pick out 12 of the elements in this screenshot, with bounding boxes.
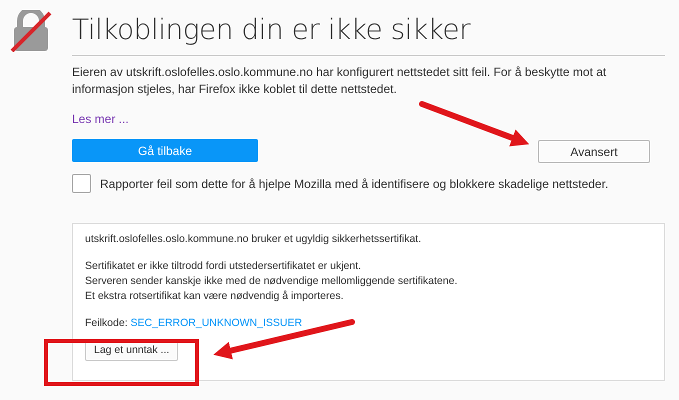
error-code-label: Feilkode:	[85, 317, 128, 329]
advanced-button[interactable]: Avansert	[538, 140, 650, 163]
details-text: utskrift.oslofelles.oslo.kommune.no bruker et ugyldig sikkerhetssertifikat.	[85, 232, 422, 247]
page-title: Tilkoblingen din er ikke sikker	[72, 8, 665, 56]
details-text: Sertifikatet er ikke tiltrodd fordi utstedersertifikatet er ukjent.	[85, 259, 362, 274]
details-text: Serveren sender kanskje ikke med de nødvendige mellomliggende sertifikatene.	[85, 274, 458, 289]
learn-more-link[interactable]: Les mer ...	[72, 112, 129, 126]
details-text: Et ekstra rotsertifikat kan være nødvendig å importeres.	[85, 289, 345, 304]
report-label: Rapporter feil som dette for å hjelpe Mozilla med å identifisere og blokkere skadelige nettsteder.	[100, 176, 608, 190]
broken-lock-icon	[8, 10, 54, 52]
error-description: Eieren av utskrift.oslofelles.oslo.kommune.no har konfigurert nettstedet sitt feil. For å beskytte mot at informasjon stjeles, har Firefox ikke koblet til dette nettstedet.	[72, 64, 608, 98]
report-checkbox[interactable]	[72, 174, 91, 193]
